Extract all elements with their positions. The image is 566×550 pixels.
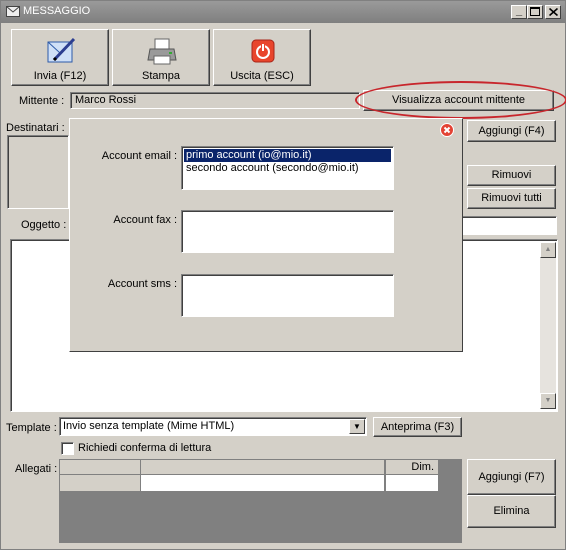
recipients-list[interactable] bbox=[7, 135, 69, 209]
scroll-down-button[interactable]: ▼ bbox=[540, 393, 556, 409]
sender-field: Marco Rossi bbox=[70, 92, 360, 109]
window-title: MESSAGGIO bbox=[23, 5, 91, 17]
printer-icon bbox=[147, 38, 177, 65]
sender-value: Marco Rossi bbox=[75, 94, 137, 106]
exit-button[interactable]: Uscita (ESC) bbox=[213, 29, 311, 86]
email-account-label: Account email : bbox=[101, 150, 177, 162]
minimize-button[interactable]: _ bbox=[511, 5, 527, 19]
maximize-button[interactable] bbox=[527, 5, 543, 19]
template-select[interactable]: Invio senza template (Mime HTML) ▼ bbox=[59, 417, 367, 436]
title-bar: MESSAGGIO _ bbox=[1, 1, 565, 23]
add-recipient-button[interactable]: Aggiungi (F4) bbox=[467, 120, 556, 142]
table-row[interactable] bbox=[60, 475, 141, 491]
remove-recipient-button[interactable]: Rimuovi bbox=[467, 165, 556, 186]
remove-all-recipients-button[interactable]: Rimuovi tutti bbox=[467, 188, 556, 209]
close-icon bbox=[548, 7, 558, 17]
email-account-item[interactable]: secondo account (secondo@mio.it) bbox=[184, 162, 391, 175]
send-button[interactable]: Invia (F12) bbox=[11, 29, 109, 86]
recipients-label: Destinatari : bbox=[6, 122, 65, 134]
table-cell[interactable] bbox=[141, 475, 385, 491]
template-label: Template : bbox=[6, 422, 57, 434]
envelope-icon bbox=[6, 6, 20, 17]
close-button[interactable] bbox=[545, 5, 561, 19]
sender-account-popup: Account email : primo account (io@mio.it… bbox=[69, 118, 463, 352]
read-receipt-label: Richiedi conferma di lettura bbox=[78, 442, 212, 454]
add-attachment-button[interactable]: Aggiungi (F7) bbox=[467, 459, 556, 495]
read-receipt-checkbox[interactable] bbox=[61, 442, 74, 455]
email-account-list[interactable]: primo account (io@mio.it) secondo accoun… bbox=[181, 146, 394, 190]
template-value: Invio senza template (Mime HTML) bbox=[63, 420, 235, 432]
subject-label: Oggetto : bbox=[21, 219, 67, 231]
template-dropdown-button[interactable]: ▼ bbox=[349, 419, 365, 434]
attachments-header-cell[interactable] bbox=[141, 460, 385, 474]
preview-button[interactable]: Anteprima (F3) bbox=[373, 417, 462, 437]
add-recipient-label: Aggiungi (F4) bbox=[478, 125, 545, 137]
body-scrollbar[interactable]: ▲ ▼ bbox=[540, 242, 556, 409]
scroll-up-button[interactable]: ▲ bbox=[540, 242, 556, 258]
power-icon bbox=[251, 39, 275, 63]
attachments-grid[interactable]: Dim. bbox=[59, 459, 462, 543]
print-button-label: Stampa bbox=[142, 70, 180, 82]
preview-label: Anteprima (F3) bbox=[380, 421, 455, 433]
fax-account-list[interactable] bbox=[181, 210, 394, 253]
popup-close-icon[interactable] bbox=[440, 123, 454, 137]
sender-label: Mittente : bbox=[19, 95, 65, 107]
remove-recipient-label: Rimuovi bbox=[491, 169, 532, 181]
email-account-item[interactable]: primo account (io@mio.it) bbox=[184, 149, 391, 162]
remove-all-recipients-label: Rimuovi tutti bbox=[481, 192, 542, 204]
fax-account-label: Account fax : bbox=[113, 214, 177, 226]
attachments-header-dim[interactable]: Dim. bbox=[386, 460, 438, 474]
highlight-ellipse bbox=[355, 81, 566, 119]
exit-button-label: Uscita (ESC) bbox=[230, 70, 294, 82]
sms-account-list[interactable] bbox=[181, 274, 394, 317]
add-attachment-label: Aggiungi (F7) bbox=[478, 471, 545, 483]
attachments-label: Allegati : bbox=[15, 463, 58, 475]
message-window: MESSAGGIO _ Invia (F12) Stampa Uscita (E… bbox=[0, 0, 566, 550]
table-cell[interactable] bbox=[386, 475, 438, 491]
print-button[interactable]: Stampa bbox=[112, 29, 210, 86]
chevron-down-icon: ▼ bbox=[353, 422, 361, 431]
send-pen-icon bbox=[47, 37, 76, 63]
send-button-label: Invia (F12) bbox=[33, 70, 87, 82]
attachments-header-cell[interactable] bbox=[60, 460, 141, 474]
maximize-icon bbox=[530, 7, 540, 16]
delete-attachment-button[interactable]: Elimina bbox=[467, 495, 556, 528]
sms-account-label: Account sms : bbox=[107, 278, 177, 290]
delete-attachment-label: Elimina bbox=[493, 505, 530, 517]
